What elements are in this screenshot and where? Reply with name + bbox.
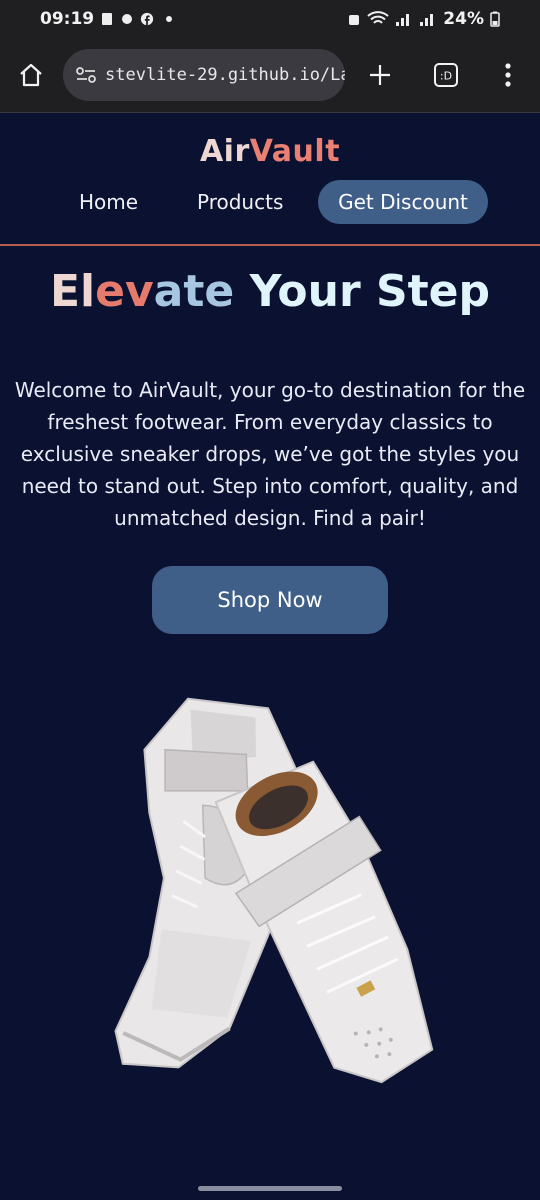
notification-icon	[102, 13, 113, 25]
sneakers-image	[114, 697, 434, 1084]
tabs-icon: :D	[434, 63, 458, 87]
header-divider	[0, 244, 540, 246]
logo-part-air: Air	[199, 134, 250, 169]
status-right: 24%	[347, 9, 500, 29]
status-bar: 09:19 24%	[0, 0, 540, 38]
url-bar[interactable]: stevlite-29.github.io/Lan	[63, 49, 345, 101]
hero-title-part: Your Step	[249, 266, 491, 317]
signal-icon-2	[420, 14, 434, 26]
facebook-icon	[141, 12, 154, 26]
alarm-icon	[349, 15, 360, 25]
nav-products[interactable]: Products	[197, 180, 283, 224]
svg-text::D: :D	[440, 70, 452, 83]
hero-title: Elevate Your Step	[0, 266, 540, 317]
tab-switcher-button[interactable]: :D	[428, 57, 464, 93]
hero-description: Welcome to AirVault, your go-to destinat…	[14, 378, 526, 530]
more-vert-icon	[505, 63, 511, 87]
browser-menu-button[interactable]	[490, 57, 526, 93]
hero-title-part: El	[49, 266, 96, 317]
get-discount-button[interactable]: Get Discount	[318, 180, 488, 224]
site-nav: Home Products Get Discount	[0, 180, 540, 226]
url-text: stevlite-29.github.io/Lan	[105, 65, 345, 85]
wifi-icon	[367, 11, 389, 24]
app-notification-icon	[122, 14, 133, 24]
gesture-bar[interactable]	[198, 1186, 342, 1191]
plus-icon	[370, 65, 390, 85]
browser-toolbar: stevlite-29.github.io/Lan :D	[0, 38, 540, 113]
nav-home[interactable]: Home	[79, 180, 138, 224]
signal-icon	[396, 14, 410, 26]
status-left: 09:19	[40, 9, 173, 29]
hero-title-part: ev	[95, 266, 154, 317]
home-icon	[20, 63, 42, 87]
home-button[interactable]	[13, 57, 49, 93]
battery-percentage: 24%	[443, 9, 484, 29]
battery-icon	[490, 11, 500, 27]
logo-part-vault: Vault	[249, 134, 341, 169]
hero-title-part: ate	[153, 266, 235, 317]
new-tab-button[interactable]	[362, 57, 398, 93]
status-time: 09:19	[40, 9, 95, 29]
site-logo[interactable]: AirVault	[0, 134, 540, 169]
more-notifications-dot	[166, 16, 173, 22]
site-settings-icon	[76, 67, 96, 83]
shop-now-button[interactable]: Shop Now	[152, 566, 388, 634]
